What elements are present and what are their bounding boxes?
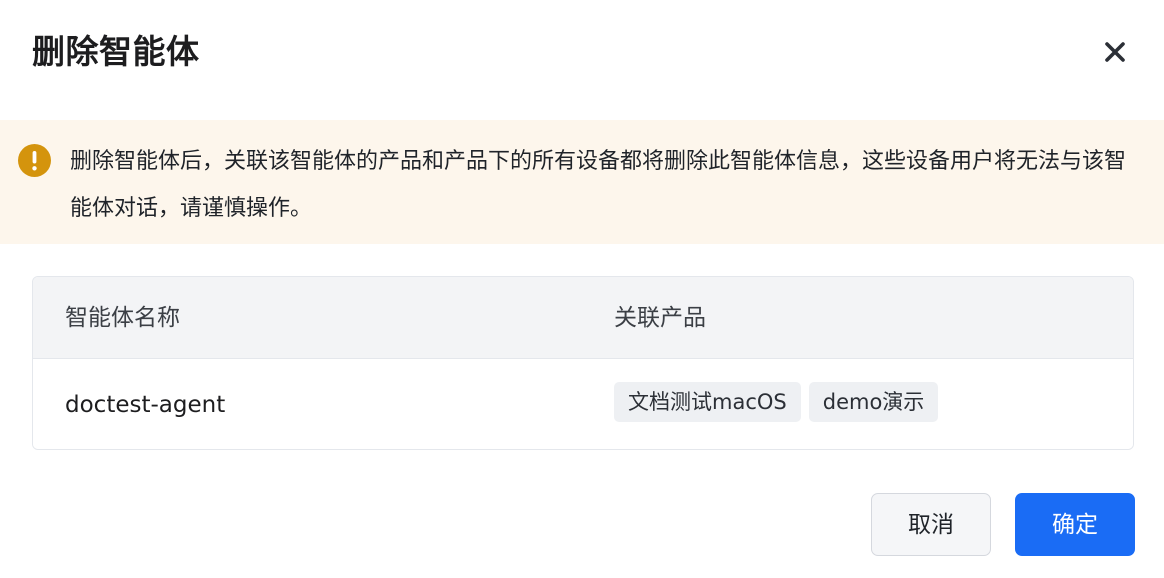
agent-name-cell: doctest-agent <box>65 392 226 418</box>
product-tag: demo演示 <box>808 382 939 422</box>
dialog-header: 删除智能体 <box>0 0 1164 104</box>
close-button[interactable] <box>1097 34 1133 70</box>
product-tag: 文档测试macOS <box>614 382 801 422</box>
dialog-title: 删除智能体 <box>32 32 200 71</box>
table-row: doctest-agent 文档测试macOS demo演示 <box>33 359 1133 449</box>
warning-text: 删除智能体后，关联该智能体的产品和产品下的所有设备都将删除此智能体信息，这些设备… <box>70 149 1127 221</box>
close-icon <box>1105 42 1125 62</box>
exclamation-circle-icon <box>18 144 51 177</box>
column-header-linked-products: 关联产品 <box>614 305 706 331</box>
confirm-button[interactable]: 确定 <box>1015 493 1135 556</box>
linked-products-cell: 文档测试macOS demo演示 <box>614 382 939 422</box>
delete-agent-dialog: 删除智能体 删除智能体后，关联该智能体的产品和产品下的所有设备都将删除此智能体信… <box>0 0 1164 578</box>
agent-table: 智能体名称 关联产品 doctest-agent 文档测试macOS demo演… <box>32 276 1134 450</box>
cancel-button[interactable]: 取消 <box>871 493 991 556</box>
column-header-agent-name: 智能体名称 <box>65 305 180 331</box>
table-header: 智能体名称 关联产品 <box>33 277 1133 359</box>
